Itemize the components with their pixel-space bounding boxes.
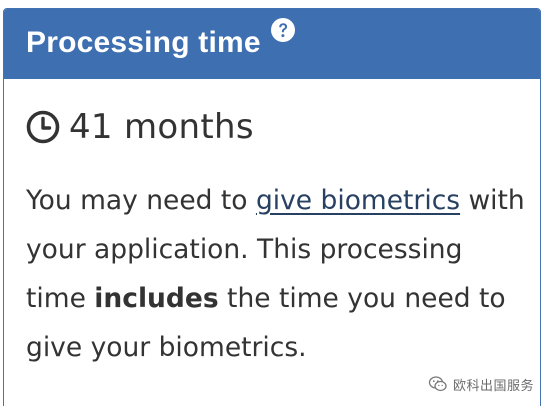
biometrics-info: You may need to give biometrics with you… xyxy=(26,176,526,372)
processing-time-row: 41 months xyxy=(26,105,518,149)
panel-body: 41 months You may need to give biometric… xyxy=(4,79,540,372)
give-biometrics-link[interactable]: give biometrics xyxy=(256,185,460,216)
panel-title: Processing time xyxy=(26,26,261,59)
processing-duration: 41 months xyxy=(69,107,254,147)
info-prefix: You may need to xyxy=(26,185,256,216)
clock-icon xyxy=(26,110,60,144)
processing-time-panel: Processing time 41 months You may need t… xyxy=(3,8,541,406)
question-circle-icon[interactable] xyxy=(270,17,296,43)
info-bold: includes xyxy=(94,283,219,314)
wechat-icon xyxy=(428,374,448,394)
panel-header: Processing time xyxy=(4,9,540,79)
watermark: 欧科出国服务 xyxy=(423,372,538,396)
watermark-text: 欧科出国服务 xyxy=(452,378,534,394)
